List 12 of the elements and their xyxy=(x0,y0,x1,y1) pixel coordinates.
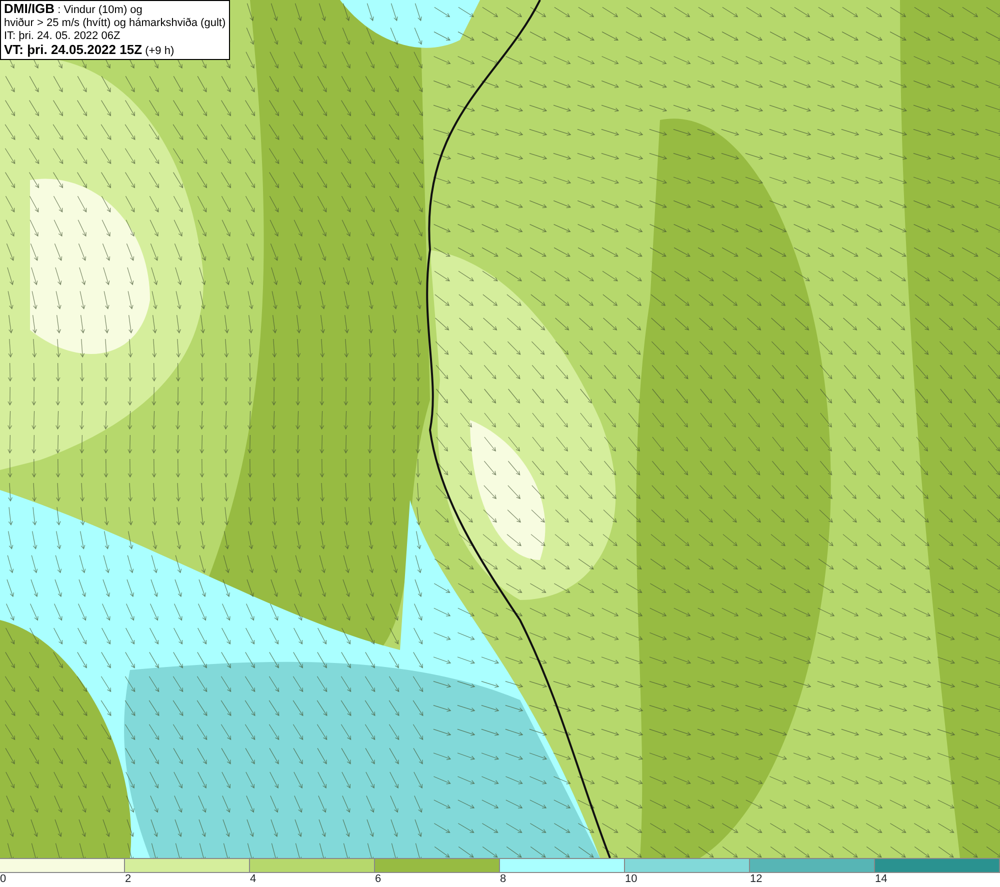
legend-tick-label: 6 xyxy=(375,873,382,885)
legend-tick-label: 8 xyxy=(500,873,506,885)
title-text: hviður > 25 m/s (hvítt) og hámarkshviða (gult) xyxy=(4,17,226,30)
legend-tick-label: 12 xyxy=(750,873,762,885)
title-text: VT: þri. 24.05.2022 15Z (+9 h) xyxy=(4,43,176,58)
legend-tick-label: 2 xyxy=(125,873,132,885)
legend-tick-label: 14 xyxy=(875,873,888,885)
title-text: IT: þri. 24. 05. 2022 06Z xyxy=(4,30,122,43)
title-text: DMI/IGB : Vindur (10m) og xyxy=(4,2,144,17)
legend-tick-label: 0 xyxy=(0,873,6,885)
legend-tick-label: 10 xyxy=(625,873,638,885)
legend-tick-label: 4 xyxy=(250,873,256,885)
